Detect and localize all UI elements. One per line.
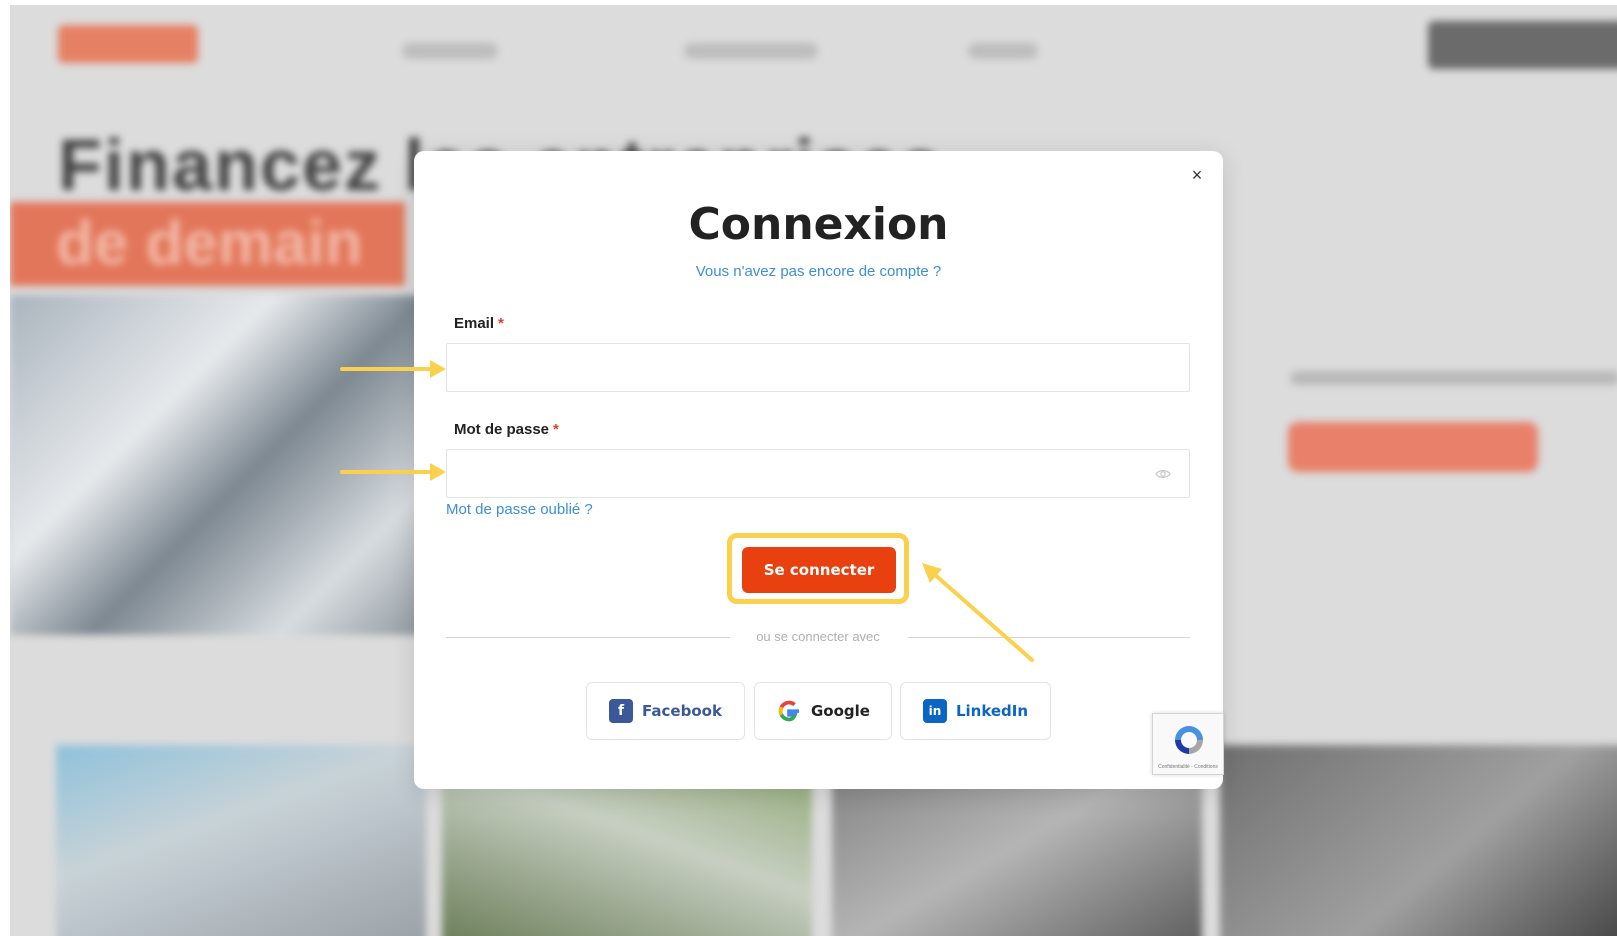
social-divider: ou se connecter avec [446,629,1190,644]
required-marker: * [498,315,504,332]
password-label: Mot de passe * [454,421,559,438]
google-icon [778,700,799,722]
facebook-icon: f [609,699,634,723]
nav-item-3 [968,43,1038,59]
google-login-button[interactable]: Google [754,682,892,740]
password-field[interactable] [447,450,1189,497]
email-label: Email * [454,315,504,332]
site-logo [58,25,198,63]
hero-side-button [1288,422,1538,472]
email-field[interactable] [447,344,1189,391]
email-label-text: Email [454,315,495,332]
modal-title: Connexion [688,199,949,250]
project-tile-4 [1220,745,1617,936]
hero-image [10,295,430,635]
facebook-label: Facebook [642,702,722,720]
login-modal: × Connexion Vous n'avez pas encore de co… [414,151,1224,789]
facebook-login-button[interactable]: f Facebook [586,682,745,740]
email-field-wrapper [446,343,1190,392]
eye-icon[interactable] [1155,466,1171,482]
signup-link[interactable]: Vous n'avez pas encore de compte ? [414,263,1223,280]
hero-band-text: de demain [56,209,363,278]
hero-side-text [1290,371,1617,385]
recaptcha-icon [1175,726,1203,754]
password-field-wrapper [446,449,1190,498]
close-button[interactable]: × [1187,165,1207,185]
hero-band: de demain [10,202,405,286]
recaptcha-terms: Confidentialité - Conditions [1158,764,1218,770]
linkedin-label: LinkedIn [955,702,1029,720]
forgot-password-link[interactable]: Mot de passe oublié ? [446,501,593,518]
divider-text: ou se connecter avec [756,629,880,644]
nav-item-1 [402,43,498,59]
linkedin-icon: in [922,699,947,723]
password-label-text: Mot de passe [454,421,550,438]
required-marker: * [553,421,559,438]
header-cta-button [1428,21,1617,69]
recaptcha-badge[interactable]: Confidentialité - Conditions [1152,713,1224,775]
linkedin-login-button[interactable]: in LinkedIn [900,682,1051,740]
google-label: Google [811,702,870,720]
project-tile-1 [56,745,426,936]
login-button[interactable]: Se connecter [742,547,896,593]
nav-item-2 [684,43,818,59]
